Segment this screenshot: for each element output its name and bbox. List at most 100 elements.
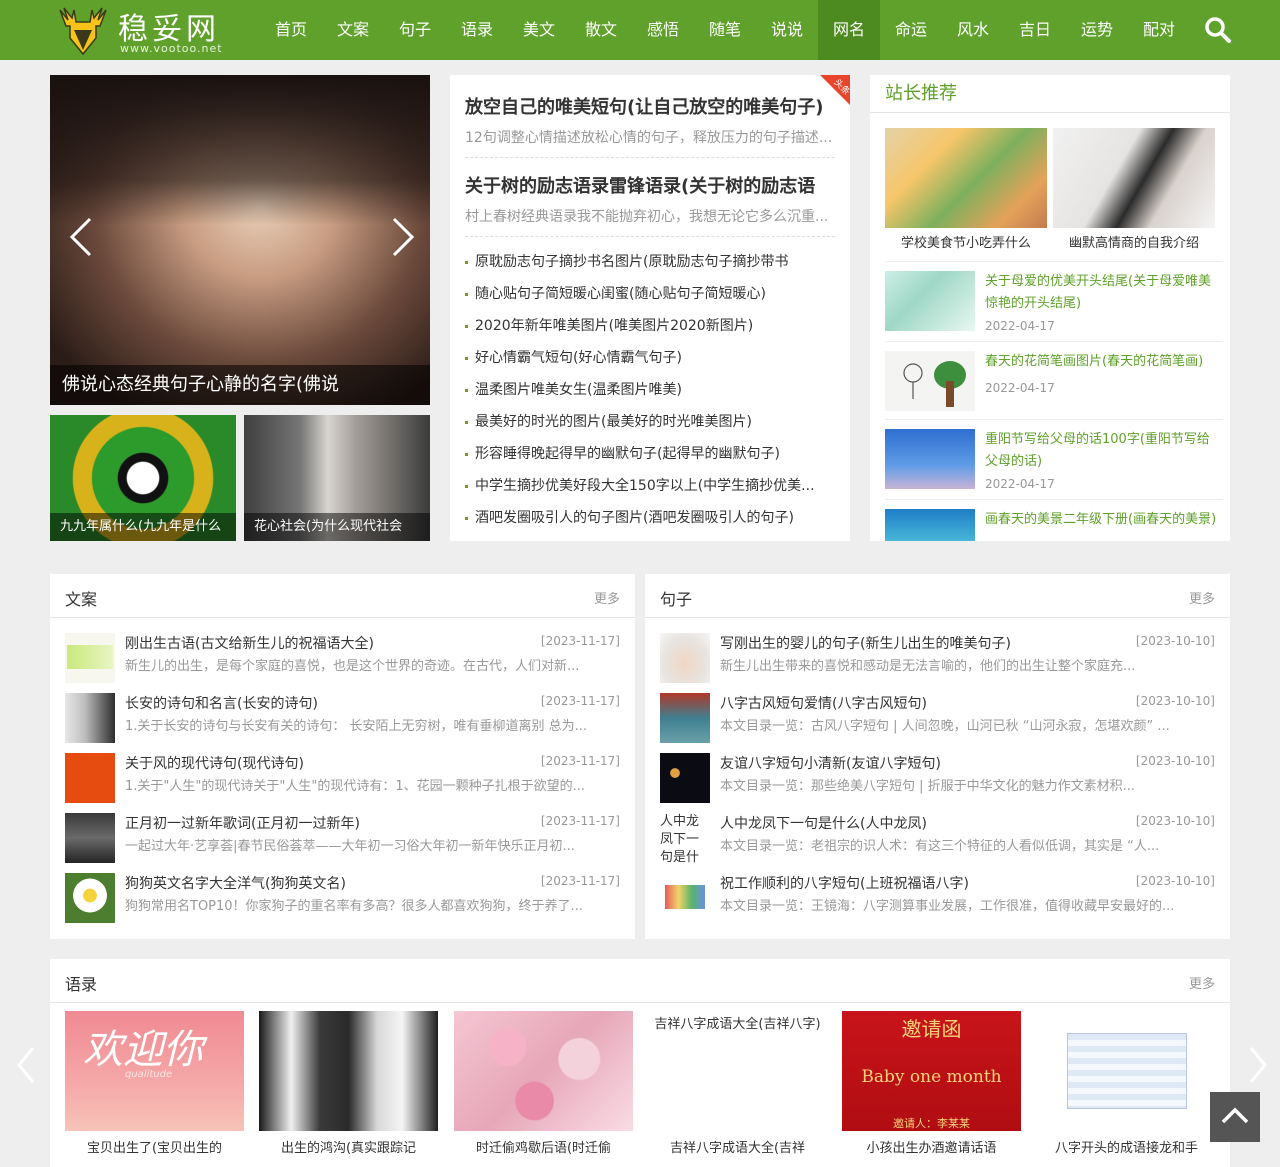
list-item-title[interactable]: 写刚出生的婴儿的句子(新生儿出生的唯美句子) xyxy=(720,633,1120,653)
gallery-item[interactable]: 出生的鸿沟(真实跟踪记 xyxy=(259,1011,438,1161)
hero-slider[interactable]: 佛说心态经典句子心静的名字(佛说 xyxy=(50,75,430,405)
feature-thumb[interactable]: 花心社会(为什么现代社会 xyxy=(244,415,430,541)
panel-header: 语录 更多 xyxy=(50,959,1230,1003)
recommend-item-image xyxy=(885,271,975,331)
list-item[interactable]: 最美好的时光的图片(最美好的时光唯美图片) xyxy=(465,411,835,443)
nav-item-wangming[interactable]: 网名 xyxy=(818,0,880,60)
gallery-image: 欢迎你 qualitude xyxy=(65,1011,244,1131)
recommend-item-date: 2022-04-17 xyxy=(985,477,1055,491)
list-item[interactable]: 随心贴句子简短暖心闺蜜(随心贴句子简短暖心) xyxy=(465,283,835,315)
list-item-title[interactable]: 八字古风短句爱情(八字古风短句) xyxy=(720,693,1120,713)
list-item[interactable]: 狗狗英文名字大全洋气(狗狗英文名) [2023-11-17] 狗狗常用名TOP1… xyxy=(65,873,620,925)
gallery-caption[interactable]: 吉祥八字成语大全(吉祥 xyxy=(648,1137,827,1156)
headline-title[interactable]: 关于树的励志语录雷锋语录(关于树的励志语 xyxy=(465,172,835,198)
gallery-caption[interactable]: 宝贝出生了(宝贝出生的 xyxy=(65,1137,244,1156)
list-item[interactable]: 刚出生古语(古文给新生儿的祝福语大全) [2023-11-17] 新生儿的出生，… xyxy=(65,633,620,685)
list-item-title[interactable]: 狗狗英文名字大全洋气(狗狗英文名) xyxy=(125,873,525,893)
nav-item-meiwen[interactable]: 美文 xyxy=(508,0,570,60)
nav-item-jiri[interactable]: 吉日 xyxy=(1004,0,1066,60)
gallery-item[interactable]: 八字开头的成语接龙和手 xyxy=(1037,1011,1216,1161)
search-icon[interactable] xyxy=(1204,16,1232,44)
nav-item-yulu[interactable]: 语录 xyxy=(446,0,508,60)
nav-item-home[interactable]: 首页 xyxy=(260,0,322,60)
recommend-pic[interactable] xyxy=(1053,128,1215,228)
gallery-item[interactable]: 吉祥八字成语大全(吉祥八字) 吉祥八字成语大全(吉祥 xyxy=(648,1011,827,1161)
chevron-up-icon xyxy=(1221,1107,1249,1124)
list-item[interactable]: 祝工作顺利的八字短句(上班祝福语八字) [2023-10-10] 本文目录一览：… xyxy=(660,873,1215,925)
headline-item[interactable]: 放空自己的唯美短句(让自己放空的唯美句子) 12句调整心情描述放松心情的句子，释… xyxy=(465,93,835,147)
nav-item-sanwen[interactable]: 散文 xyxy=(570,0,632,60)
headline-item[interactable]: 关于树的励志语录雷锋语录(关于树的励志语 村上春树经典语录我不能抛弃初心，我想无… xyxy=(465,172,835,226)
nav-item-fengshui[interactable]: 风水 xyxy=(942,0,1004,60)
gallery-item[interactable]: 欢迎你 qualitude 宝贝出生了(宝贝出生的 xyxy=(65,1011,244,1161)
nav-item-shuoshuo[interactable]: 说说 xyxy=(756,0,818,60)
gallery-item[interactable]: 时迁偷鸡歇后语(时迁偷 xyxy=(454,1011,633,1161)
list-item-title[interactable]: 友谊八字短句小清新(友谊八字短句) xyxy=(720,753,1120,773)
headline-title[interactable]: 放空自己的唯美短句(让自己放空的唯美句子) xyxy=(465,93,835,119)
gallery-image xyxy=(259,1011,438,1131)
recommend-item-title[interactable]: 画春天的美景二年级下册(画春天的美景) xyxy=(985,509,1221,531)
nav-item-suibi[interactable]: 随笔 xyxy=(694,0,756,60)
nav-item-mingyun[interactable]: 命运 xyxy=(880,0,942,60)
tree-drawing-icon xyxy=(903,361,966,407)
gallery-caption[interactable]: 出生的鸿沟(真实跟踪记 xyxy=(259,1137,438,1156)
recommend-pic-caption[interactable]: 幽默高情商的自我介绍 xyxy=(1053,232,1215,251)
recommend-item-title[interactable]: 春天的花简笔画图片(春天的花简笔画) xyxy=(985,351,1221,373)
nav-item-ganwu[interactable]: 感悟 xyxy=(632,0,694,60)
chevron-right-icon[interactable] xyxy=(1248,1046,1268,1084)
divider xyxy=(885,261,1223,262)
list-item[interactable]: 2020年新年唯美图片(唯美图片2020新图片) xyxy=(465,315,835,347)
list-item-title[interactable]: 刚出生古语(古文给新生儿的祝福语大全) xyxy=(125,633,525,653)
more-link[interactable]: 更多 xyxy=(594,588,620,607)
list-item-date: [2023-10-10] xyxy=(1135,694,1215,708)
list-item[interactable]: 友谊八字短句小清新(友谊八字短句) [2023-10-10] 本文目录一览：那些… xyxy=(660,753,1215,805)
panel-title: 文案 xyxy=(65,590,98,609)
list-item-desc: 本文目录一览：王镜海：八字测算事业发展，工作很准，值得收藏早安最好的... xyxy=(720,899,1175,914)
list-item-title[interactable]: 关于风的现代诗句(现代诗句) xyxy=(125,753,525,773)
chevron-left-icon[interactable] xyxy=(16,1046,36,1084)
more-link[interactable]: 更多 xyxy=(1189,588,1215,607)
feature-thumb[interactable]: 九九年属什么(九九年是什么 xyxy=(50,415,236,541)
gallery-caption[interactable]: 小孩出生办酒邀请话语 xyxy=(842,1137,1021,1156)
recommend-pic[interactable] xyxy=(885,128,1047,228)
recommend-item-title[interactable]: 重阳节写给父母的话100字(重阳节写给父母的话) xyxy=(985,429,1221,473)
list-item[interactable]: 好心情霸气短句(好心情霸气句子) xyxy=(465,347,835,379)
recommend-pic-caption[interactable]: 学校美食节小吃弄什么 xyxy=(885,232,1047,251)
feature-thumb-caption: 花心社会(为什么现代社会 xyxy=(244,513,430,541)
recommend-item[interactable]: 关于母爱的优美开头结尾(关于母爱唯美惊艳的开头结尾) 2022-04-17 xyxy=(885,271,1223,341)
recommend-item[interactable]: 重阳节写给父母的话100字(重阳节写给父母的话) 2022-04-17 xyxy=(885,429,1223,499)
recommend-item[interactable]: 春天的花简笔画图片(春天的花简笔画) 2022-04-17 xyxy=(885,351,1223,421)
list-item[interactable]: 形容睡得晚起得早的幽默句子(起得早的幽默句子) xyxy=(465,443,835,475)
list-item[interactable]: 正月初一过新年歌词(正月初一过新年) [2023-11-17] 一起过大年·艺享… xyxy=(65,813,620,865)
list-item-title[interactable]: 长安的诗句和名言(长安的诗句) xyxy=(125,693,525,713)
list-item[interactable]: 酒吧发圈吸引人的句子图片(酒吧发圈吸引人的句子) xyxy=(465,507,835,539)
list-item[interactable]: 原耽励志句子摘抄书名图片(原耽励志句子摘抄带书 xyxy=(465,251,835,283)
list-item-title[interactable]: 正月初一过新年歌词(正月初一过新年) xyxy=(125,813,525,833)
chevron-right-icon[interactable] xyxy=(388,215,418,259)
nav-item-juzi[interactable]: 句子 xyxy=(384,0,446,60)
nav-item-peidui[interactable]: 配对 xyxy=(1128,0,1190,60)
list-item[interactable]: 中学生摘抄优美好段大全150字以上(中学生摘抄优美... xyxy=(465,475,835,507)
list-item-title[interactable]: 祝工作顺利的八字短句(上班祝福语八字) xyxy=(720,873,1120,893)
list-item[interactable]: 写刚出生的婴儿的句子(新生儿出生的唯美句子) [2023-10-10] 新生儿出… xyxy=(660,633,1215,685)
gallery-caption[interactable]: 时迁偷鸡歇后语(时迁偷 xyxy=(454,1137,633,1156)
recommend-item-title[interactable]: 关于母爱的优美开头结尾(关于母爱唯美惊艳的开头结尾) xyxy=(985,271,1221,315)
gallery-caption[interactable]: 八字开头的成语接龙和手 xyxy=(1037,1137,1216,1156)
slide-caption[interactable]: 佛说心态经典句子心静的名字(佛说 xyxy=(50,365,430,405)
list-item-image xyxy=(65,693,115,743)
back-to-top-button[interactable] xyxy=(1210,1092,1260,1142)
recommend-item[interactable]: 画春天的美景二年级下册(画春天的美景) xyxy=(885,509,1223,541)
headline-list: 原耽励志句子摘抄书名图片(原耽励志句子摘抄带书 随心贴句子简短暖心闺蜜(随心贴句… xyxy=(465,251,835,539)
nav-item-wenan[interactable]: 文案 xyxy=(322,0,384,60)
list-item[interactable]: 人中龙凤下一句是什 人中龙凤下一句是什么(人中龙凤) [2023-10-10] … xyxy=(660,813,1215,865)
list-item[interactable]: 八字古风短句爱情(八字古风短句) [2023-10-10] 本文目录一览：古风八… xyxy=(660,693,1215,745)
gallery-item[interactable]: 邀请函 Baby one month 邀请人：李某某 小孩出生办酒邀请话语 xyxy=(842,1011,1021,1161)
list-item[interactable]: 长安的诗句和名言(长安的诗句) [2023-11-17] 1.关于长安的诗句与长… xyxy=(65,693,620,745)
more-link[interactable]: 更多 xyxy=(1189,973,1215,992)
site-logo[interactable]: 稳妥网 www.vootoo.net xyxy=(56,4,246,56)
nav-item-yunshi[interactable]: 运势 xyxy=(1066,0,1128,60)
list-item[interactable]: 关于风的现代诗句(现代诗句) [2023-11-17] 1.关于"人生"的现代诗… xyxy=(65,753,620,805)
list-item[interactable]: 温柔图片唯美女生(温柔图片唯美) xyxy=(465,379,835,411)
chevron-left-icon[interactable] xyxy=(66,215,96,259)
list-item-title[interactable]: 人中龙凤下一句是什么(人中龙凤) xyxy=(720,813,1120,833)
